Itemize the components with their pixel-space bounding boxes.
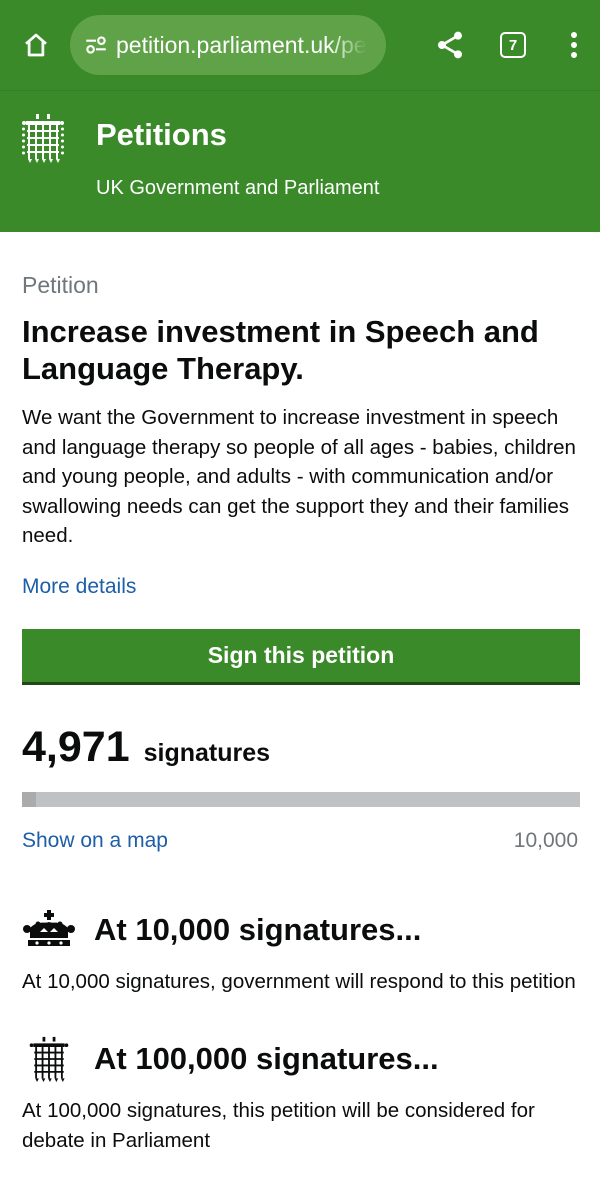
- main-content: Petition Increase investment in Speech a…: [0, 272, 600, 1155]
- site-header: Petitions UK Government and Parliament: [0, 90, 600, 232]
- more-menu-button[interactable]: [562, 23, 586, 67]
- tab-count: 7: [508, 36, 518, 54]
- signature-count: 4,971: [22, 722, 130, 771]
- threshold-parliament-debate: At 100,000 signatures... At 100,000 sign…: [22, 1036, 578, 1155]
- home-icon: [25, 33, 47, 57]
- more-details-link[interactable]: More details: [22, 575, 136, 599]
- share-button[interactable]: [428, 23, 472, 67]
- browser-toolbar: petition.parliament.uk/pe 7: [0, 0, 600, 90]
- map-row: Show on a map 10,000: [22, 829, 578, 853]
- home-button[interactable]: [16, 25, 56, 65]
- threshold-government-response: At 10,000 signatures... At 10,000 signat…: [22, 907, 578, 997]
- signature-count-row: 4,971 signatures: [22, 723, 578, 772]
- url-bar[interactable]: petition.parliament.uk/pe: [70, 15, 386, 75]
- signature-progress-bar: [22, 791, 580, 807]
- petition-label: Petition: [22, 272, 99, 298]
- tabs-icon[interactable]: 7: [500, 32, 526, 58]
- sign-petition-button[interactable]: Sign this petition: [22, 628, 580, 685]
- portcullis-icon[interactable]: [22, 113, 64, 163]
- share-icon: [438, 31, 462, 59]
- threshold-text: At 100,000 signatures, this petition wil…: [22, 1099, 535, 1152]
- site-subtitle: UK Government and Parliament: [96, 177, 380, 199]
- signature-goal: 10,000: [513, 828, 578, 852]
- signature-label: signatures: [143, 738, 271, 767]
- tune-icon[interactable]: [82, 31, 110, 59]
- threshold-text: At 10,000 signatures, government will re…: [22, 969, 576, 993]
- browser-actions: 7: [428, 0, 586, 90]
- threshold-heading: At 10,000 signatures...: [22, 907, 578, 953]
- more-vert-icon: [571, 32, 577, 58]
- show-on-map-link[interactable]: Show on a map: [22, 829, 168, 853]
- url-text: petition.parliament.uk/pe: [116, 31, 367, 58]
- crown-icon: [22, 907, 76, 953]
- portcullis-icon: [22, 1036, 76, 1082]
- petition-description: We want the Government to increase inves…: [22, 406, 576, 547]
- petition-title: Increase investment in Speech and Langua…: [22, 314, 539, 386]
- site-title[interactable]: Petitions: [96, 117, 227, 153]
- signature-progress-fill: [22, 791, 36, 807]
- threshold-title: At 100,000 signatures...: [94, 1041, 439, 1076]
- threshold-title: At 10,000 signatures...: [94, 911, 422, 947]
- threshold-heading: At 100,000 signatures...: [22, 1036, 578, 1082]
